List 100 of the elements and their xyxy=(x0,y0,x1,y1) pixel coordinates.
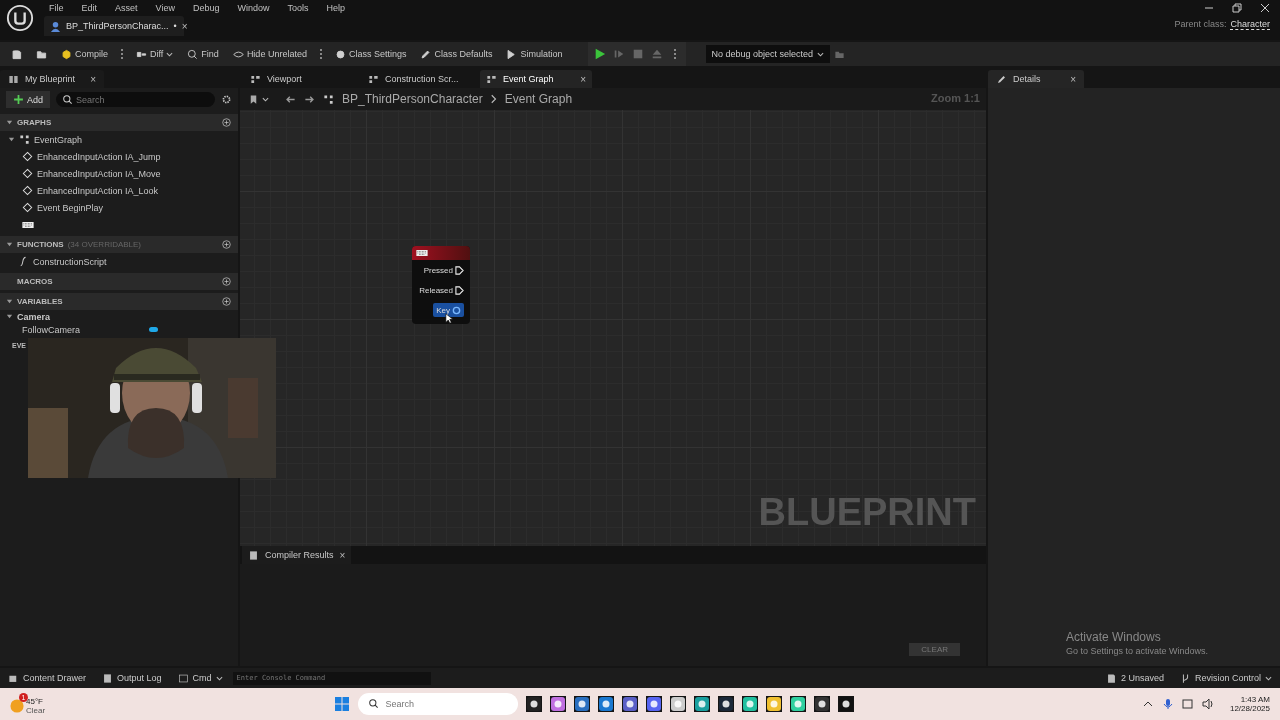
output-log-button[interactable]: Output Log xyxy=(96,672,168,684)
section-header[interactable]: VARIABLES xyxy=(0,293,238,310)
tree-item[interactable]: Camera xyxy=(0,310,238,323)
input-node[interactable]: Pressed Released Key xyxy=(412,246,470,324)
node-pin[interactable]: Key xyxy=(433,303,464,317)
clock-date[interactable]: 12/28/2025 xyxy=(1229,704,1270,713)
taskbar-app-icon[interactable] xyxy=(837,696,854,712)
toolbar-button[interactable]: Class Settings xyxy=(329,44,412,64)
plus-icon xyxy=(13,94,24,105)
play-icon xyxy=(506,48,518,60)
step-icon[interactable] xyxy=(612,48,625,60)
event-icon xyxy=(22,202,33,213)
tree-item[interactable]: EnhancedInputAction IA_Move xyxy=(0,165,238,182)
taskbar-app-icon[interactable] xyxy=(621,696,638,712)
tab-icon xyxy=(368,73,379,85)
start-icon[interactable] xyxy=(333,696,350,712)
expand-arrow-icon[interactable] xyxy=(6,241,13,248)
event-icon xyxy=(22,151,33,162)
exec-pin-icon[interactable] xyxy=(455,285,464,295)
parent-class-link[interactable]: Character xyxy=(1230,19,1270,30)
tree-item[interactable]: FollowCamera xyxy=(0,323,238,336)
panel-tab[interactable]: My Blueprint × xyxy=(0,70,104,88)
taskbar-app-icon[interactable] xyxy=(813,696,830,712)
data-pin-icon[interactable] xyxy=(452,305,461,315)
toolbar-button[interactable]: Find xyxy=(182,44,224,64)
toolbar-button[interactable]: Class Defaults xyxy=(415,44,498,64)
exec-pin-icon[interactable] xyxy=(455,265,464,275)
menu-item[interactable]: Help xyxy=(317,3,354,13)
taskbar-app-icon[interactable] xyxy=(693,696,710,712)
mouse-cursor-icon xyxy=(445,313,453,324)
cmd-dropdown[interactable]: Cmd xyxy=(171,672,229,684)
taskbar-app-icon[interactable] xyxy=(789,696,806,712)
content-drawer-button[interactable]: Content Drawer xyxy=(2,672,93,684)
taskbar-app-icon[interactable] xyxy=(573,696,590,712)
back-arrow-icon[interactable] xyxy=(285,93,296,105)
add-button[interactable]: Add xyxy=(6,91,50,108)
add-icon[interactable] xyxy=(221,117,232,128)
expand-arrow-icon[interactable] xyxy=(6,298,13,305)
stop-icon[interactable] xyxy=(631,48,644,60)
taskbar-app-icon[interactable] xyxy=(549,696,566,712)
expand-arrow-icon[interactable] xyxy=(6,119,13,126)
expand-arrow-icon[interactable] xyxy=(6,313,13,320)
tree-item[interactable]: EnhancedInputAction IA_Jump xyxy=(0,148,238,165)
menu-item[interactable]: Window xyxy=(228,3,279,13)
character-icon xyxy=(50,20,61,32)
tree-item[interactable]: Event BeginPlay xyxy=(0,199,238,216)
clock-time[interactable]: 1:43 AM xyxy=(1240,695,1270,704)
tree-item[interactable]: ConstructionScript xyxy=(0,253,238,270)
unsaved-button[interactable]: 2 Unsaved xyxy=(1099,672,1170,684)
toolbar-button[interactable]: Hide Unrelated xyxy=(227,44,312,64)
forward-arrow-icon[interactable] xyxy=(304,93,315,105)
play-icon[interactable] xyxy=(593,48,606,60)
taskbar-app-icon[interactable] xyxy=(717,696,734,712)
taskbar-app-icon[interactable] xyxy=(765,696,782,712)
taskbar-app-icon[interactable] xyxy=(645,696,662,712)
menu-item[interactable]: View xyxy=(146,3,184,13)
panel-tab[interactable]: Details × xyxy=(988,70,1084,88)
taskbar-app-icon[interactable] xyxy=(669,696,686,712)
tree-item[interactable]: EnhancedInputAction IA_Look xyxy=(0,182,238,199)
menu-item[interactable]: Tools xyxy=(278,3,318,13)
activation-text: Go to Settings to activate Windows. xyxy=(1066,646,1209,656)
microphone-icon[interactable] xyxy=(1161,698,1174,710)
restore-icon[interactable] xyxy=(1232,3,1242,13)
section-header[interactable]: MACROS xyxy=(0,273,238,290)
toolbar-button[interactable]: Simulation xyxy=(501,44,568,64)
bookmark-dropdown[interactable] xyxy=(248,93,269,105)
menu-item[interactable]: Debug xyxy=(183,3,229,13)
taskbar-search-field[interactable]: Search xyxy=(357,693,518,715)
editor-tab[interactable]: Construction Scr... xyxy=(362,70,474,88)
expand-arrow-icon[interactable] xyxy=(8,136,15,143)
close-icon[interactable]: × xyxy=(181,20,188,32)
search-icon xyxy=(62,94,73,105)
node-pin[interactable]: Pressed xyxy=(423,263,464,277)
add-icon[interactable] xyxy=(221,239,232,250)
breadcrumb-link[interactable]: BP_ThirdPersonCharacter xyxy=(342,92,483,106)
add-icon[interactable] xyxy=(221,296,232,307)
close-icon[interactable] xyxy=(1260,3,1270,13)
tab-icon xyxy=(486,73,497,85)
menu-item[interactable]: Edit xyxy=(72,3,107,13)
editor-tab[interactable]: Event Graph × xyxy=(480,70,592,88)
eject-icon[interactable] xyxy=(650,48,663,60)
toolbar-button[interactable]: Diff xyxy=(131,44,179,64)
taskbar-app-icon[interactable] xyxy=(597,696,614,712)
search-field[interactable]: Search xyxy=(56,92,215,107)
add-icon[interactable] xyxy=(221,276,232,287)
taskbar-app-icon[interactable] xyxy=(741,696,758,712)
revision-control-button[interactable]: Revision Control xyxy=(1173,672,1278,684)
node-pin[interactable]: Released xyxy=(419,283,464,297)
chevron-icon xyxy=(490,94,497,104)
menu-item[interactable]: File xyxy=(40,3,73,13)
taskbar-app-icon[interactable] xyxy=(525,696,542,712)
toolbar-button[interactable]: Compile xyxy=(56,44,113,64)
section-header[interactable]: GRAPHS xyxy=(0,114,238,131)
tree-item[interactable]: EventGraph xyxy=(0,131,238,148)
speaker-icon[interactable] xyxy=(1201,698,1214,710)
panel-tab[interactable]: Compiler Results × xyxy=(242,546,352,564)
menu-item[interactable]: Asset xyxy=(106,3,147,13)
editor-tab[interactable]: Viewport xyxy=(244,70,356,88)
debug-object-dropdown[interactable]: No debug object selected xyxy=(705,45,831,63)
unreal-logo-icon[interactable] xyxy=(6,4,34,32)
